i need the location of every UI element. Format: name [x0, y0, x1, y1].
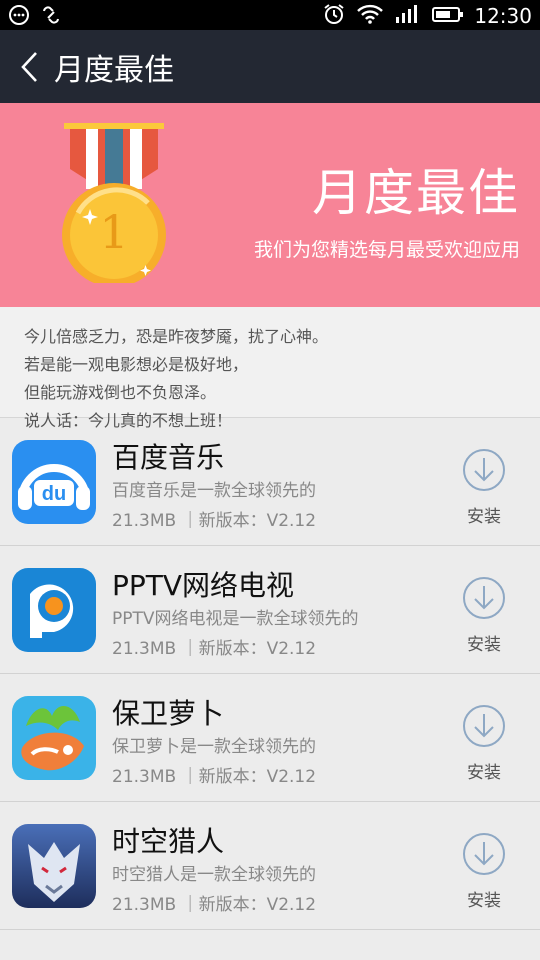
list-item[interactable]: 保卫萝卜 保卫萝卜是一款全球领先的 21.3MB ｜新版本：V2.12 安装: [0, 674, 540, 802]
medal-number: 1: [99, 205, 129, 259]
app-name: PPTV网络电视: [112, 569, 295, 602]
link-icon: [40, 4, 62, 30]
download-icon: [463, 449, 505, 491]
app-description: 保卫萝卜是一款全球领先的: [112, 737, 316, 757]
back-button[interactable]: [10, 50, 50, 84]
install-button[interactable]: 安装: [462, 448, 506, 527]
page-title: 月度最佳: [54, 52, 174, 88]
battery-icon: [432, 3, 464, 29]
time-hunter-icon[interactable]: [12, 824, 96, 908]
banner-subtitle: 我们为您精选每月最受欢迎应用: [253, 239, 520, 261]
install-label: 安装: [467, 763, 501, 783]
chevron-left-icon: [21, 51, 37, 82]
install-label: 安装: [467, 635, 501, 655]
list-item[interactable]: 时空猎人 时空猎人是一款全球领先的 21.3MB ｜新版本：V2.12 安装: [0, 802, 540, 930]
chat-icon: [8, 4, 30, 30]
list-item[interactable]: PPTV网络电视 PPTV网络电视是一款全球领先的 21.3MB ｜新版本：V2…: [0, 546, 540, 674]
app-name: 百度音乐: [112, 441, 225, 474]
install-label: 安装: [467, 891, 501, 911]
svg-text:du: du: [42, 483, 66, 505]
app-description: 百度音乐是一款全球领先的: [112, 481, 316, 501]
app-bar: 月度最佳: [0, 30, 540, 103]
app-meta: 21.3MB ｜新版本：V2.12: [112, 767, 317, 787]
intro-line: 但能玩游戏倒也不负恩泽。: [24, 383, 217, 402]
app-meta: 21.3MB ｜新版本：V2.12: [112, 639, 317, 659]
install-label: 安装: [467, 507, 501, 527]
banner-title: 月度最佳: [312, 164, 520, 222]
app-description: PPTV网络电视是一款全球领先的: [112, 609, 359, 629]
app-list: du 百度音乐 百度音乐是一款全球领先的 21.3MB ｜新版本：V2.12 安…: [0, 418, 540, 930]
status-bar: 12:30: [0, 0, 540, 30]
install-button[interactable]: 安装: [462, 704, 506, 783]
download-icon: [463, 577, 505, 619]
install-button[interactable]: 安装: [462, 832, 506, 911]
banner: 1 月度最佳 我们为您精选每月最受欢迎应用: [0, 103, 540, 307]
pptv-icon[interactable]: [12, 568, 96, 652]
app-name: 保卫萝卜: [112, 697, 225, 730]
app-description: 时空猎人是一款全球领先的: [112, 865, 316, 885]
app-meta: 21.3MB ｜新版本：V2.12: [112, 511, 317, 531]
intro-text: 今儿倍感乏力，恐是昨夜梦魇，扰了心神。 若是能一观电影想必是极好地， 但能玩游戏…: [0, 307, 540, 430]
alarm-icon: [322, 3, 346, 29]
wifi-icon: [356, 3, 384, 29]
baidu-music-icon[interactable]: du: [12, 440, 96, 524]
list-item[interactable]: du 百度音乐 百度音乐是一款全球领先的 21.3MB ｜新版本：V2.12 安…: [0, 418, 540, 546]
clock-time: 12:30: [474, 4, 532, 28]
download-icon: [463, 705, 505, 747]
app-name: 时空猎人: [112, 825, 225, 858]
medal-icon: 1: [58, 123, 168, 287]
app-meta: 21.3MB ｜新版本：V2.12: [112, 895, 317, 915]
install-button[interactable]: 安装: [462, 576, 506, 655]
intro-line: 若是能一观电影想必是极好地，: [24, 355, 249, 374]
signal-icon: [394, 3, 422, 29]
download-icon: [463, 833, 505, 875]
intro-line: 今儿倍感乏力，恐是昨夜梦魇，扰了心神。: [24, 327, 329, 346]
carrot-game-icon[interactable]: [12, 696, 96, 780]
